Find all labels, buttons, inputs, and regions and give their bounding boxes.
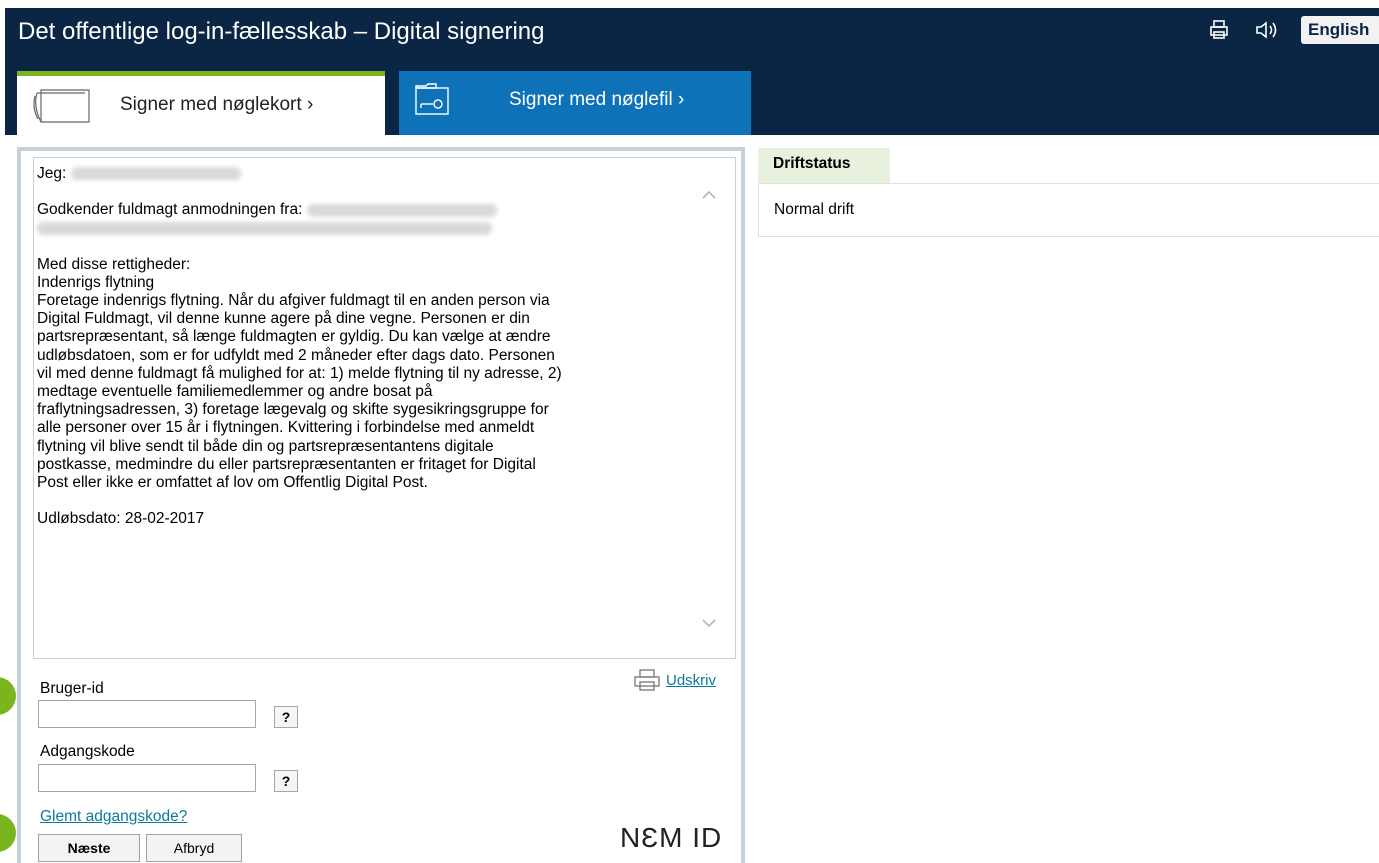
language-button[interactable]: English: [1301, 16, 1379, 44]
consent-approve-row: Godkender fuldmagt anmodningen fra:: [37, 201, 707, 219]
consent-line: partsrepræsentant, så længe fuldmagten e…: [37, 328, 551, 346]
user-id-input[interactable]: [38, 700, 256, 728]
redacted-name: [70, 167, 241, 181]
consent-line: Digital Fuldmagt, vil denne kunne agere …: [37, 310, 530, 328]
print-link[interactable]: Udskriv: [632, 668, 716, 692]
page-title: Det offentlige log-in-fællesskab – Digit…: [18, 18, 545, 45]
redacted-requester: [306, 203, 497, 217]
right-title: Indenrigs flytning: [37, 273, 155, 291]
nemid-signing-page: Det offentlige log-in-fællesskab – Digit…: [0, 0, 1379, 863]
consent-line: alle personer over 15 år i flytningen. K…: [37, 419, 535, 437]
left-strip: [0, 0, 5, 135]
approve-label: Godkender fuldmagt anmodningen fra:: [37, 201, 303, 219]
print-icon[interactable]: [1207, 18, 1231, 42]
nemid-logo: NƐM ID: [620, 822, 723, 853]
redacted-requester-details: [37, 221, 492, 235]
key-card-icon: [31, 86, 95, 133]
next-button[interactable]: Næste: [38, 834, 140, 862]
step-badge-1: [0, 677, 16, 715]
consent-line: postkasse, medmindre du eller partsrepræ…: [37, 455, 536, 473]
key-file-icon: [414, 82, 452, 123]
password-help-button[interactable]: ?: [274, 770, 298, 792]
consent-line: medtage eventuelle familiemedlemmer og a…: [37, 383, 433, 401]
password-input[interactable]: [38, 764, 256, 792]
user-id-help-button[interactable]: ?: [274, 706, 298, 728]
status-tab: Driftstatus: [758, 148, 890, 183]
print-icon: [634, 669, 660, 691]
cancel-button[interactable]: Afbryd: [146, 834, 242, 862]
expiry-date: Udløbsdato: 28-02-2017: [37, 510, 205, 528]
tab-key-file-label: Signer med nøglefil ›: [509, 89, 685, 110]
scroll-down-icon[interactable]: [700, 614, 718, 632]
status-text: Normal drift: [774, 201, 855, 218]
consent-line: udløbsdatoen, som er for udfyldt med 2 m…: [37, 346, 555, 364]
consent-me-row: Jeg:: [37, 165, 707, 183]
consent-line: flytning vil blive sendt til både din og…: [37, 437, 494, 455]
tab-key-card[interactable]: Signer med nøglekort ›: [17, 71, 385, 135]
tab-key-card-label: Signer med nøglekort ›: [120, 94, 314, 115]
step-badge-2: [0, 814, 16, 852]
password-label: Adgangskode: [40, 743, 135, 760]
consent-approve-row-2: [37, 219, 707, 237]
forgot-password-link[interactable]: Glemt adgangskode?: [40, 808, 187, 826]
tab-key-file[interactable]: Signer med nøglefil ›: [399, 71, 751, 135]
rights-label: Med disse rettigheder:: [37, 255, 191, 273]
user-id-label: Bruger-id: [40, 680, 104, 697]
speaker-icon[interactable]: [1254, 18, 1278, 42]
consent-line: Post eller ikke er omfattet af lov om Of…: [37, 474, 428, 492]
consent-line: fraflytningsadressen, 3) foretage lægeva…: [37, 401, 549, 419]
top-strip: [0, 0, 1379, 8]
consent-line: Foretage indenrigs flytning. Når du afgi…: [37, 292, 550, 310]
consent-line: vil med denne fuldmagt få mulighed for a…: [37, 364, 562, 382]
me-label: Jeg:: [37, 165, 67, 182]
consent-text: Jeg: Godkender fuldmagt anmodningen fra:…: [37, 165, 707, 528]
print-label: Udskriv: [666, 671, 717, 689]
